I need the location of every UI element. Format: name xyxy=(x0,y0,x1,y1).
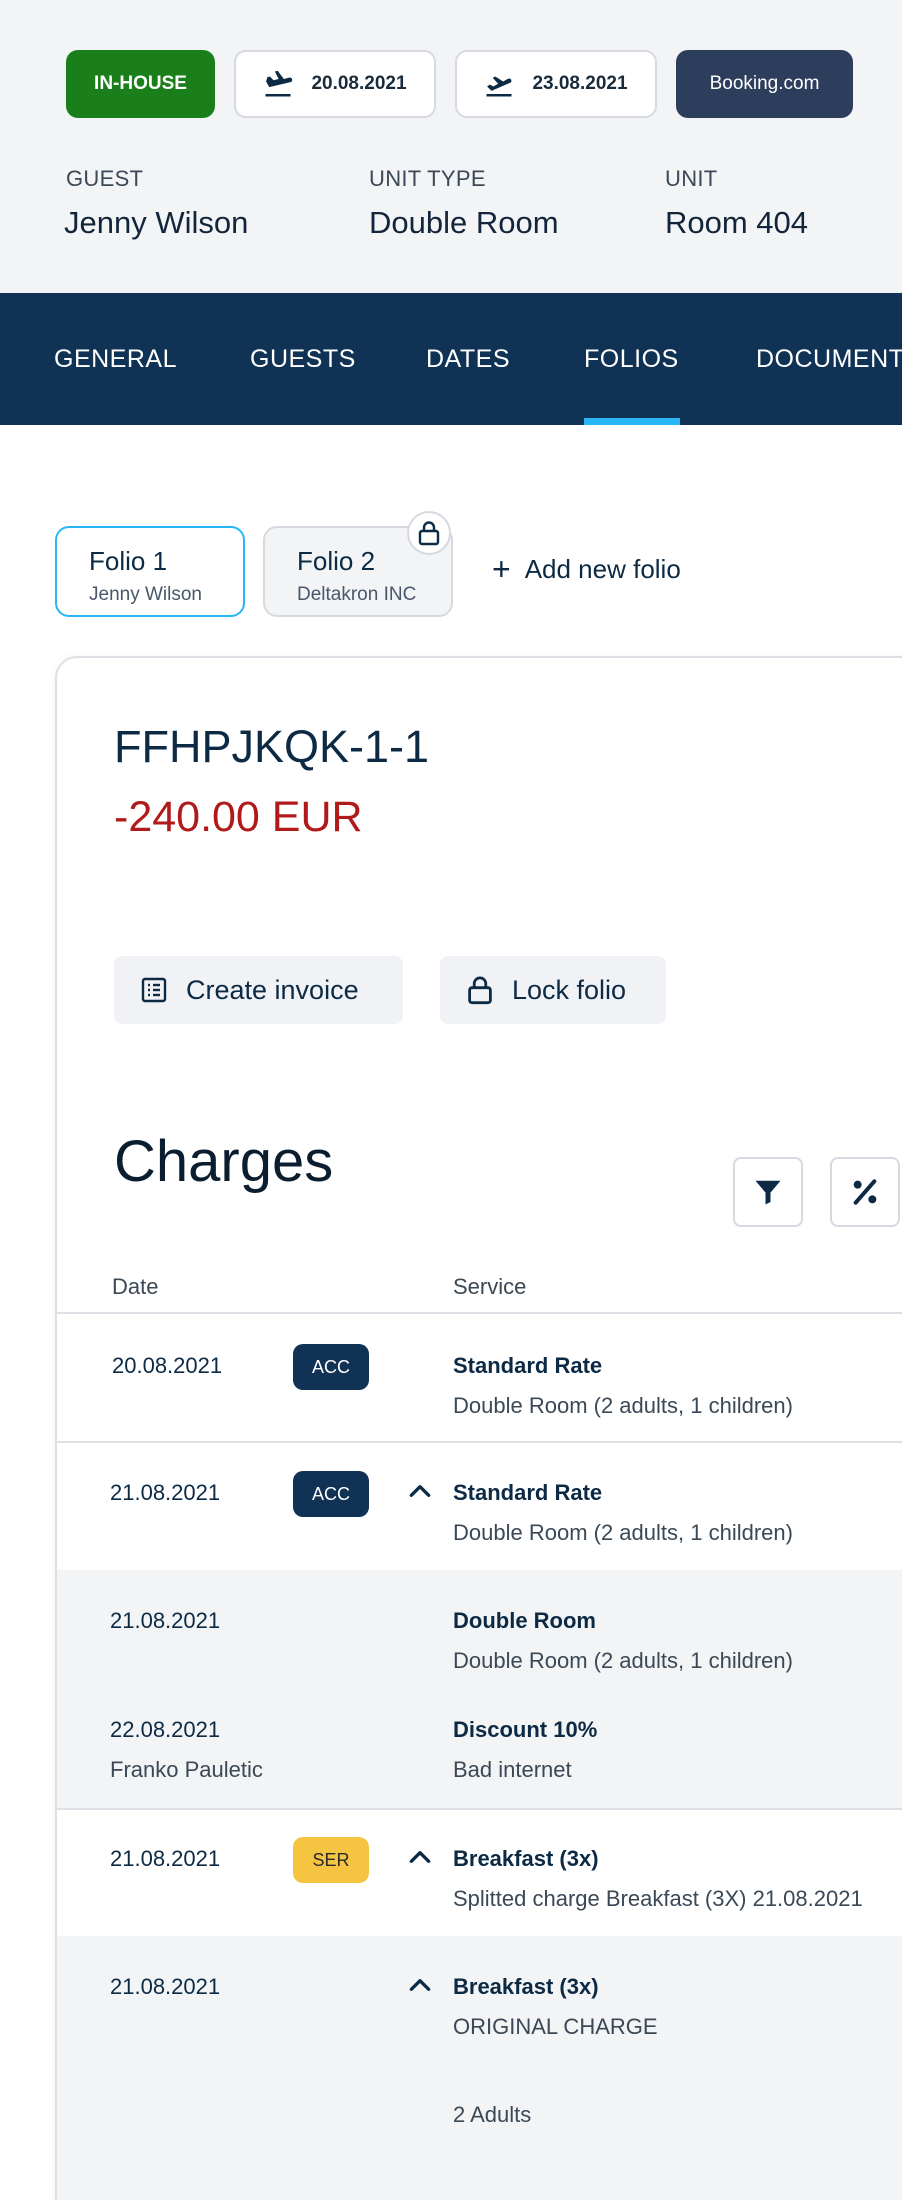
folio-balance: -240.00 EUR xyxy=(114,793,363,841)
tab-general[interactable]: GENERAL xyxy=(54,345,177,374)
folio-tab-1[interactable]: Folio 1 Jenny Wilson xyxy=(55,526,245,617)
lock-icon xyxy=(418,521,440,546)
charge-date: 21.08.2021 xyxy=(110,1974,221,1999)
filter-icon xyxy=(755,1180,781,1205)
charge-description: Double Room (2 adults, 1 children) xyxy=(453,1648,793,1673)
lock-folio-label: Lock folio xyxy=(512,974,627,1005)
chevron-up-icon[interactable] xyxy=(407,1478,433,1504)
status-badge: IN-HOUSE xyxy=(66,50,215,118)
tab-documents[interactable]: DOCUMENT xyxy=(756,345,902,374)
row-divider xyxy=(57,1441,902,1443)
departure-date: 23.08.2021 xyxy=(532,73,628,94)
charge-type-badge: ACC xyxy=(293,1344,369,1390)
plane-takeoff-icon xyxy=(486,76,512,97)
charge-type-badge: ACC xyxy=(293,1471,369,1517)
charge-date: 22.08.2021 xyxy=(110,1717,221,1742)
discount-button[interactable] xyxy=(830,1157,900,1227)
charges-heading: Charges xyxy=(114,1129,334,1194)
charge-date: 21.08.2021 xyxy=(110,1846,221,1871)
charge-service: Standard Rate xyxy=(453,1480,603,1505)
lock-icon xyxy=(468,976,492,1005)
charge-description: Double Room (2 adults, 1 children) xyxy=(453,1520,793,1545)
charge-description: Double Room (2 adults, 1 children) xyxy=(453,1393,793,1418)
column-header-service: Service xyxy=(453,1274,527,1299)
create-invoice-label: Create invoice xyxy=(186,974,359,1005)
charge-date: 21.08.2021 xyxy=(110,1608,221,1633)
folios-content: Folio 1 Jenny Wilson Folio 2 Deltakron I… xyxy=(0,425,902,2200)
invoice-icon xyxy=(141,977,167,1003)
reservation-header: IN-HOUSE 20.08.2021 23.08.2021 Booking.c… xyxy=(0,0,902,293)
plus-icon: + xyxy=(492,551,511,587)
folio-number: FFHPJKQK-1-1 xyxy=(114,721,430,772)
column-header-date: Date xyxy=(112,1274,159,1299)
row-divider xyxy=(57,1808,902,1810)
departure-date-chip[interactable]: 23.08.2021 xyxy=(455,50,657,118)
plane-landing-icon xyxy=(265,70,293,97)
chevron-up-icon[interactable] xyxy=(407,1844,433,1870)
charge-service: Breakfast (3x) xyxy=(453,1846,599,1871)
charge-service: Breakfast (3x) xyxy=(453,1974,599,1999)
unit-label: UNIT xyxy=(665,166,718,191)
tab-dates[interactable]: DATES xyxy=(426,345,510,374)
charge-type-badge: SER xyxy=(293,1837,369,1883)
guest-label: GUEST xyxy=(66,166,144,191)
active-tab-indicator xyxy=(584,418,680,425)
charge-occupancy: 2 Adults xyxy=(453,2102,532,2127)
percent-icon xyxy=(853,1179,877,1205)
unit-type-value: Double Room xyxy=(369,205,559,240)
charge-service: Double Room xyxy=(453,1608,596,1633)
create-invoice-button[interactable]: Create invoice xyxy=(114,956,403,1024)
charge-date: 21.08.2021 xyxy=(110,1480,221,1505)
lock-folio-button[interactable]: Lock folio xyxy=(440,956,666,1024)
charge-description: Splitted charge Breakfast (3X) 21.08.202… xyxy=(453,1886,863,1911)
folio-title: Folio 1 xyxy=(89,546,168,576)
filter-button[interactable] xyxy=(733,1157,803,1227)
add-new-folio-label: Add new folio xyxy=(524,553,681,584)
folio-title: Folio 2 xyxy=(297,546,376,576)
charge-service: Discount 10% xyxy=(453,1717,598,1742)
folio-owner: Deltakron INC xyxy=(297,584,417,605)
arrival-date-chip[interactable]: 20.08.2021 xyxy=(234,50,436,118)
unit-type-label: UNIT TYPE xyxy=(369,166,486,191)
reservation-tabs: GENERAL GUESTS DATES FOLIOS DOCUMENT xyxy=(0,293,902,425)
arrival-date: 20.08.2021 xyxy=(311,73,407,94)
charge-user: Franko Pauletic xyxy=(110,1757,263,1782)
charge-description: ORIGINAL CHARGE xyxy=(453,2014,658,2039)
unit-value: Room 404 xyxy=(665,205,809,240)
folio-owner: Jenny Wilson xyxy=(89,584,202,605)
folio-card: FFHPJKQK-1-1 -240.00 EUR Create invoice … xyxy=(55,656,902,2200)
tab-folios[interactable]: FOLIOS xyxy=(584,345,679,374)
folio-locked-indicator xyxy=(407,511,451,555)
chevron-up-icon[interactable] xyxy=(407,1972,433,1998)
add-new-folio-button[interactable]: + Add new folio xyxy=(492,553,681,585)
tab-guests[interactable]: GUESTS xyxy=(250,345,356,374)
charge-service: Standard Rate xyxy=(453,1353,603,1378)
charge-description: Bad internet xyxy=(453,1757,572,1782)
guest-name: Jenny Wilson xyxy=(64,205,249,240)
charge-date: 20.08.2021 xyxy=(112,1353,223,1378)
header-divider xyxy=(57,1312,902,1314)
booking-source-badge: Booking.com xyxy=(676,50,853,118)
